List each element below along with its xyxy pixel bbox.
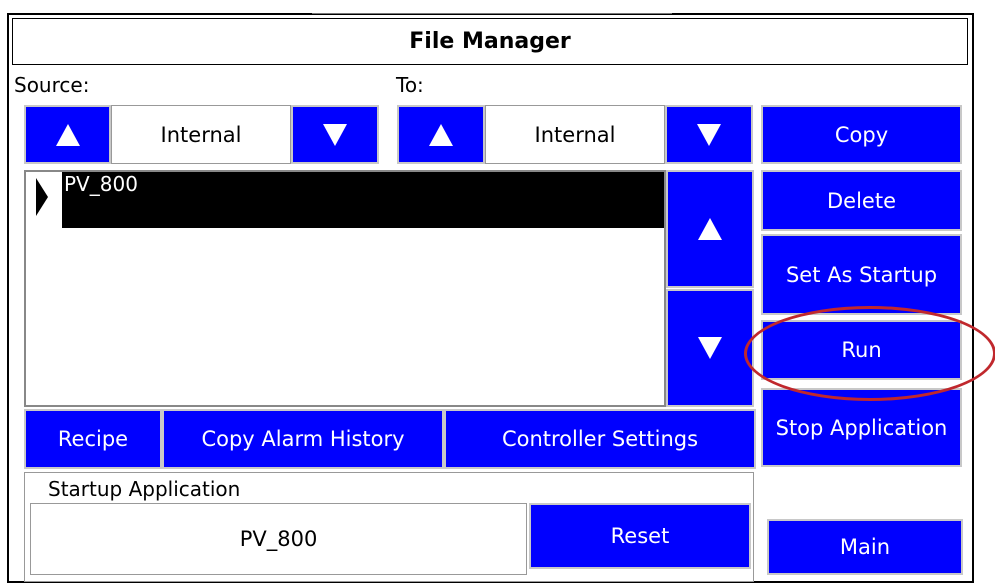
list-item[interactable]: PV_800: [62, 172, 664, 228]
startup-application-label: Startup Application: [48, 477, 241, 501]
arrow-down-icon: [698, 337, 722, 359]
arrow-up-icon: [55, 123, 80, 146]
to-field: Internal: [485, 105, 665, 164]
startup-application-field: PV_800: [30, 503, 527, 575]
arrow-down-icon: [323, 123, 347, 146]
source-up-button[interactable]: [24, 105, 111, 164]
source-field: Internal: [111, 105, 291, 164]
copy-alarm-history-button[interactable]: Copy Alarm History: [162, 409, 444, 469]
to-label: To:: [396, 73, 424, 97]
list-scroll-down-button[interactable]: [666, 289, 754, 407]
main-button[interactable]: Main: [767, 519, 963, 575]
list-item-label: PV_800: [64, 172, 138, 196]
selection-pointer-icon: [36, 178, 48, 216]
highlight-circle: [744, 306, 995, 401]
delete-button[interactable]: Delete: [761, 170, 962, 231]
list-scroll-up-button[interactable]: [666, 170, 754, 288]
recipe-button[interactable]: Recipe: [24, 409, 162, 469]
set-as-startup-button[interactable]: Set As Startup: [761, 234, 962, 315]
reset-button[interactable]: Reset: [529, 503, 751, 569]
copy-button[interactable]: Copy: [761, 105, 962, 164]
controller-settings-button[interactable]: Controller Settings: [444, 409, 756, 469]
source-label: Source:: [14, 73, 90, 97]
to-up-button[interactable]: [397, 105, 485, 164]
arrow-down-icon: [697, 123, 721, 146]
arrow-up-icon: [698, 218, 722, 240]
source-down-button[interactable]: [291, 105, 379, 164]
window-title: File Manager: [12, 18, 968, 65]
top-notch: [312, 13, 672, 16]
arrow-up-icon: [429, 123, 453, 146]
to-down-button[interactable]: [665, 105, 753, 164]
